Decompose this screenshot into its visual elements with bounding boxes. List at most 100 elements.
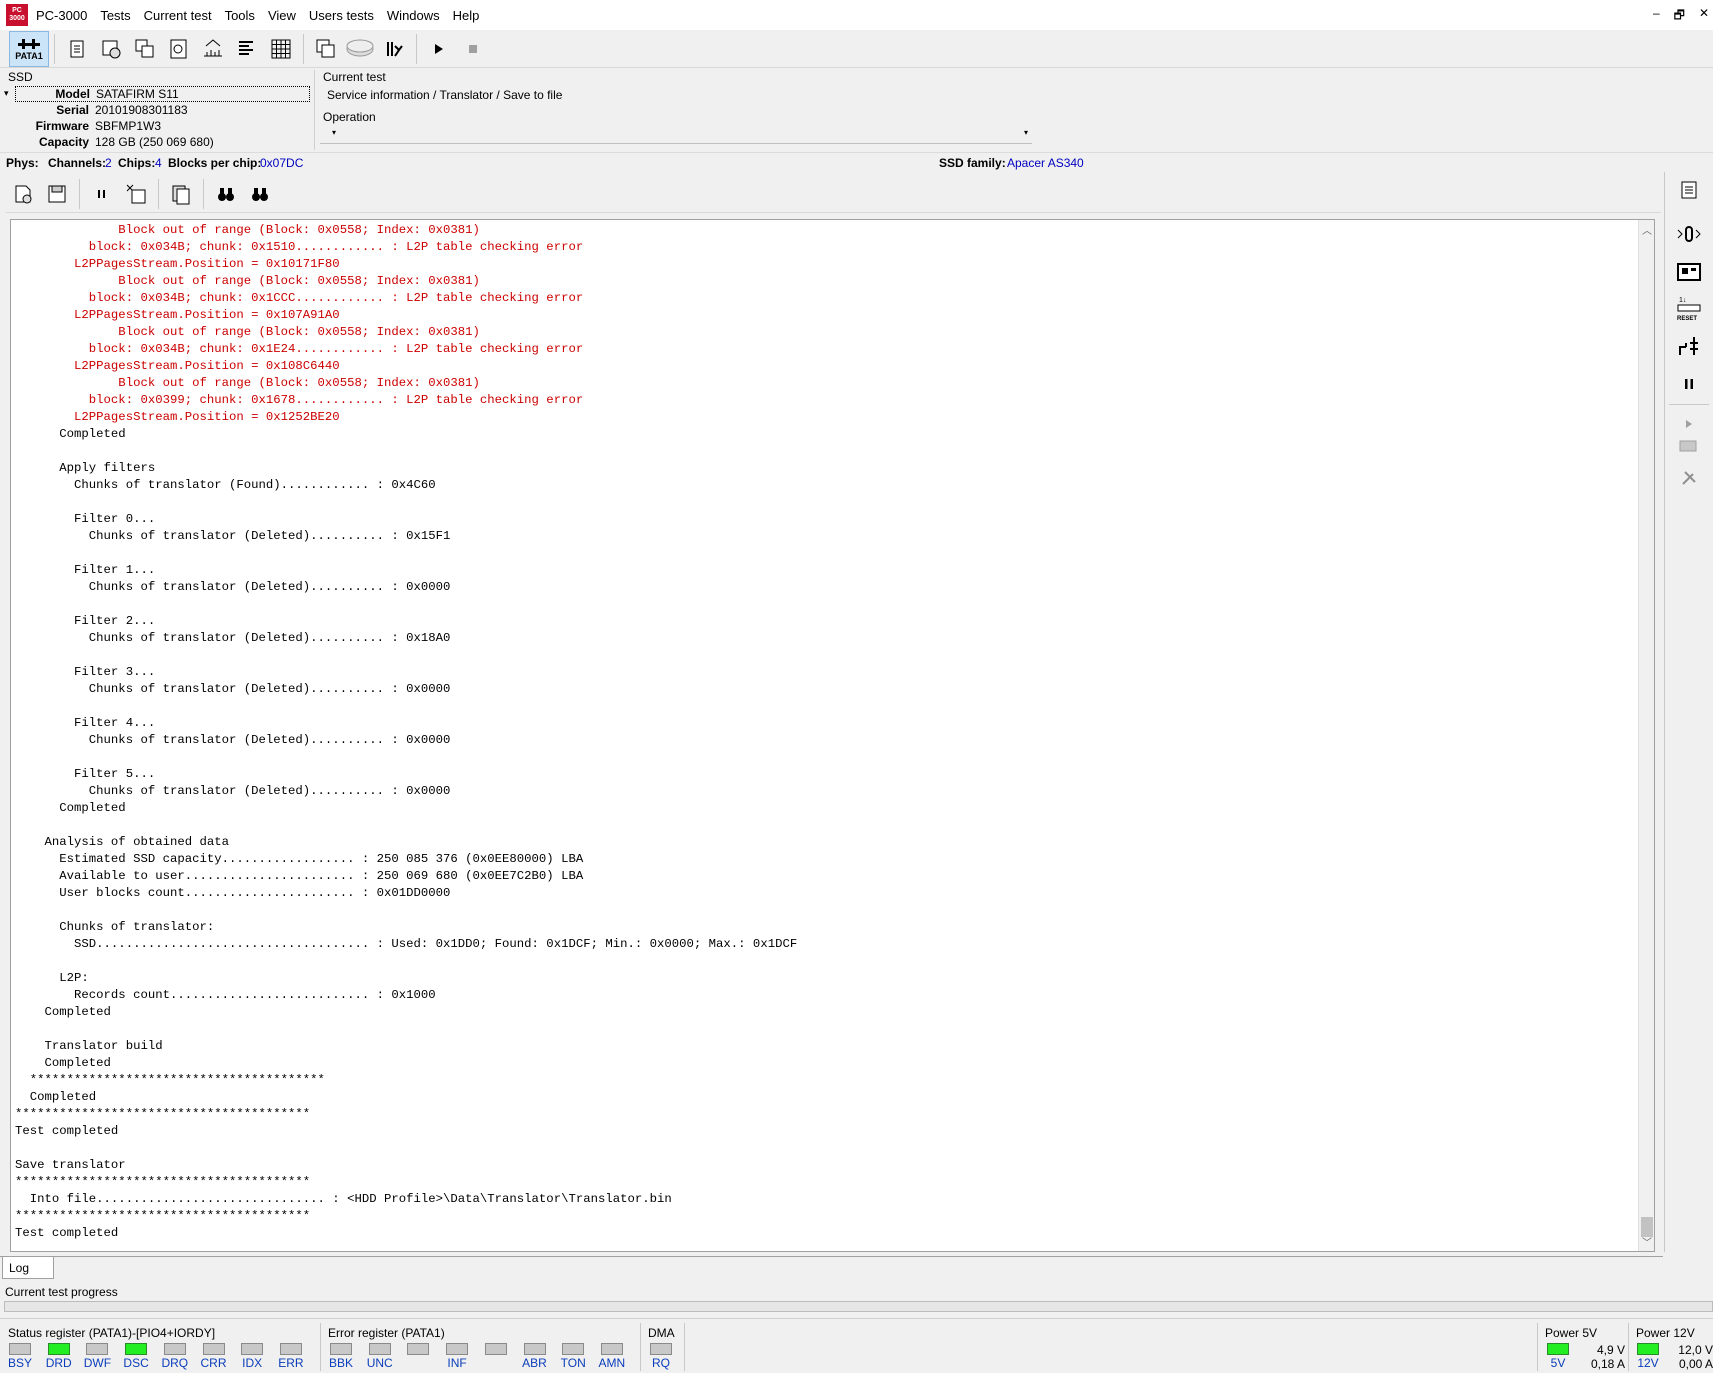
log-pause-button[interactable] <box>85 177 119 211</box>
menu-help[interactable]: Help <box>453 8 480 23</box>
log-line: Analysis of obtained data <box>15 835 230 849</box>
log-find-next-button[interactable] <box>243 177 277 211</box>
capacity-label: Capacity <box>38 135 89 149</box>
log-line: L2PPagesStream.Position = 0x108C6440 <box>15 359 340 373</box>
log-copy-button[interactable] <box>164 177 198 211</box>
close-button[interactable]: ✕ <box>1699 6 1709 27</box>
register-led-label: RQ <box>652 1356 670 1370</box>
chip-side-button[interactable] <box>1671 430 1707 462</box>
log-line: L2PPagesStream.Position = 0x10171F80 <box>15 257 340 271</box>
device-type: SSD <box>8 70 33 84</box>
log-line: Block out of range (Block: 0x0558; Index… <box>15 223 480 237</box>
scroll-up-icon[interactable]: ︿ <box>1639 222 1654 237</box>
register-led-label: BSY <box>7 1356 32 1370</box>
firmware-label: Firmware <box>35 119 89 133</box>
log-line: Apply filters <box>15 461 156 475</box>
chips-label: Chips: <box>118 156 156 170</box>
scroll-down-icon[interactable]: ﹀ <box>1639 1234 1654 1249</box>
disk-button[interactable] <box>343 32 377 66</box>
power-side-button[interactable] <box>1671 218 1707 250</box>
play-icon <box>1686 420 1692 428</box>
scroll-info-button[interactable] <box>60 32 94 66</box>
status-register-title: Status register (PATA1)-[PIO4+IORDY] <box>8 1326 216 1340</box>
register-led <box>86 1343 109 1355</box>
log-line: Translator build <box>15 1039 163 1053</box>
register-led <box>202 1343 225 1355</box>
log-line: Completed <box>15 1005 111 1019</box>
menu-tests[interactable]: Tests <box>100 8 130 23</box>
circuit-board-icon <box>1677 263 1701 281</box>
play-button[interactable] <box>422 32 456 66</box>
menu-tools[interactable]: Tools <box>225 8 255 23</box>
operation-dropdown[interactable]: ▾ ▾ <box>320 124 1032 144</box>
log-line: Chunks of translator (Deleted)..........… <box>15 631 451 645</box>
list-button[interactable] <box>230 32 264 66</box>
log-line: Chunks of translator (Found)............… <box>15 478 436 492</box>
copy-panels-button[interactable] <box>309 32 343 66</box>
ruler-button[interactable] <box>196 32 230 66</box>
log-line: block: 0x034B; chunk: 0x1E24............… <box>15 342 584 356</box>
register-led-label: DRD <box>45 1356 72 1370</box>
current-test-value: Service information / Translator / Save … <box>327 88 563 102</box>
log-line: Completed <box>15 1056 111 1070</box>
reset-side-button[interactable]: 1↓ RESET <box>1671 292 1707 324</box>
log-line: Filter 2... <box>15 614 156 628</box>
menu-current-test[interactable]: Current test <box>144 8 212 23</box>
chips-stack-icon <box>135 39 154 57</box>
dma-title: DMA <box>648 1326 675 1340</box>
model-row[interactable]: Model SATAFIRM S11 <box>15 86 310 102</box>
pause-side-button[interactable] <box>1671 368 1707 400</box>
log-scrollbar[interactable]: ︿ ﹀ <box>1638 220 1654 1251</box>
scroll-info-side-button[interactable] <box>1671 174 1707 206</box>
log-line: Completed <box>15 801 126 815</box>
register-separator <box>320 1323 321 1371</box>
operation-heading: Operation <box>323 110 376 124</box>
binoculars-icon <box>218 187 234 201</box>
tab-log[interactable]: Log <box>2 1257 54 1279</box>
panel-divider <box>314 70 315 150</box>
chip-gear-button[interactable] <box>94 32 128 66</box>
stop-icon <box>469 44 477 53</box>
dropdown-arrow-icon[interactable]: ▾ <box>4 88 9 99</box>
log-line: **************************************** <box>15 1073 325 1087</box>
tools-side-button[interactable] <box>1671 462 1707 494</box>
minimize-button[interactable]: – <box>1653 6 1660 27</box>
restore-button[interactable]: 🗗 <box>1674 6 1685 27</box>
log-open-button[interactable] <box>6 177 40 211</box>
board-side-button[interactable] <box>1671 256 1707 288</box>
save-disk-icon <box>48 185 66 202</box>
register-led-label: INF <box>447 1356 467 1370</box>
menu-view[interactable]: View <box>268 8 296 23</box>
power-separator <box>1537 1323 1538 1371</box>
runner-button[interactable] <box>377 32 411 66</box>
error-register-title: Error register (PATA1) <box>328 1326 445 1340</box>
channels-value: 2 <box>105 156 112 170</box>
menu-windows[interactable]: Windows <box>387 8 440 23</box>
log-find-button[interactable] <box>209 177 243 211</box>
main-toolbar: PATA1 <box>0 30 1713 68</box>
pata-port-button[interactable]: PATA1 <box>9 30 49 67</box>
log-line: Chunks of translator: <box>15 920 215 934</box>
probe-side-button[interactable] <box>1671 330 1707 362</box>
log-clear-button[interactable] <box>119 177 153 211</box>
register-led <box>562 1343 585 1355</box>
log-line: **************************************** <box>15 1209 311 1223</box>
log-line: User blocks count.......................… <box>15 886 451 900</box>
chip-badge-button[interactable] <box>162 32 196 66</box>
log-save-button[interactable] <box>40 177 74 211</box>
power12-led-label: 12V <box>1637 1356 1659 1370</box>
chips-stack-button[interactable] <box>128 32 162 66</box>
log-line: **************************************** <box>15 1107 311 1121</box>
register-led <box>368 1343 391 1355</box>
stop-button[interactable] <box>456 32 490 66</box>
capacity-value: 128 GB (250 069 680) <box>95 135 214 149</box>
grid-button[interactable] <box>264 32 298 66</box>
firmware-value: SBFMP1W3 <box>95 119 162 133</box>
register-led <box>163 1343 186 1355</box>
menu-users-tests[interactable]: Users tests <box>309 8 374 23</box>
log-view[interactable]: Block out of range (Block: 0x0558; Index… <box>10 219 1655 1252</box>
